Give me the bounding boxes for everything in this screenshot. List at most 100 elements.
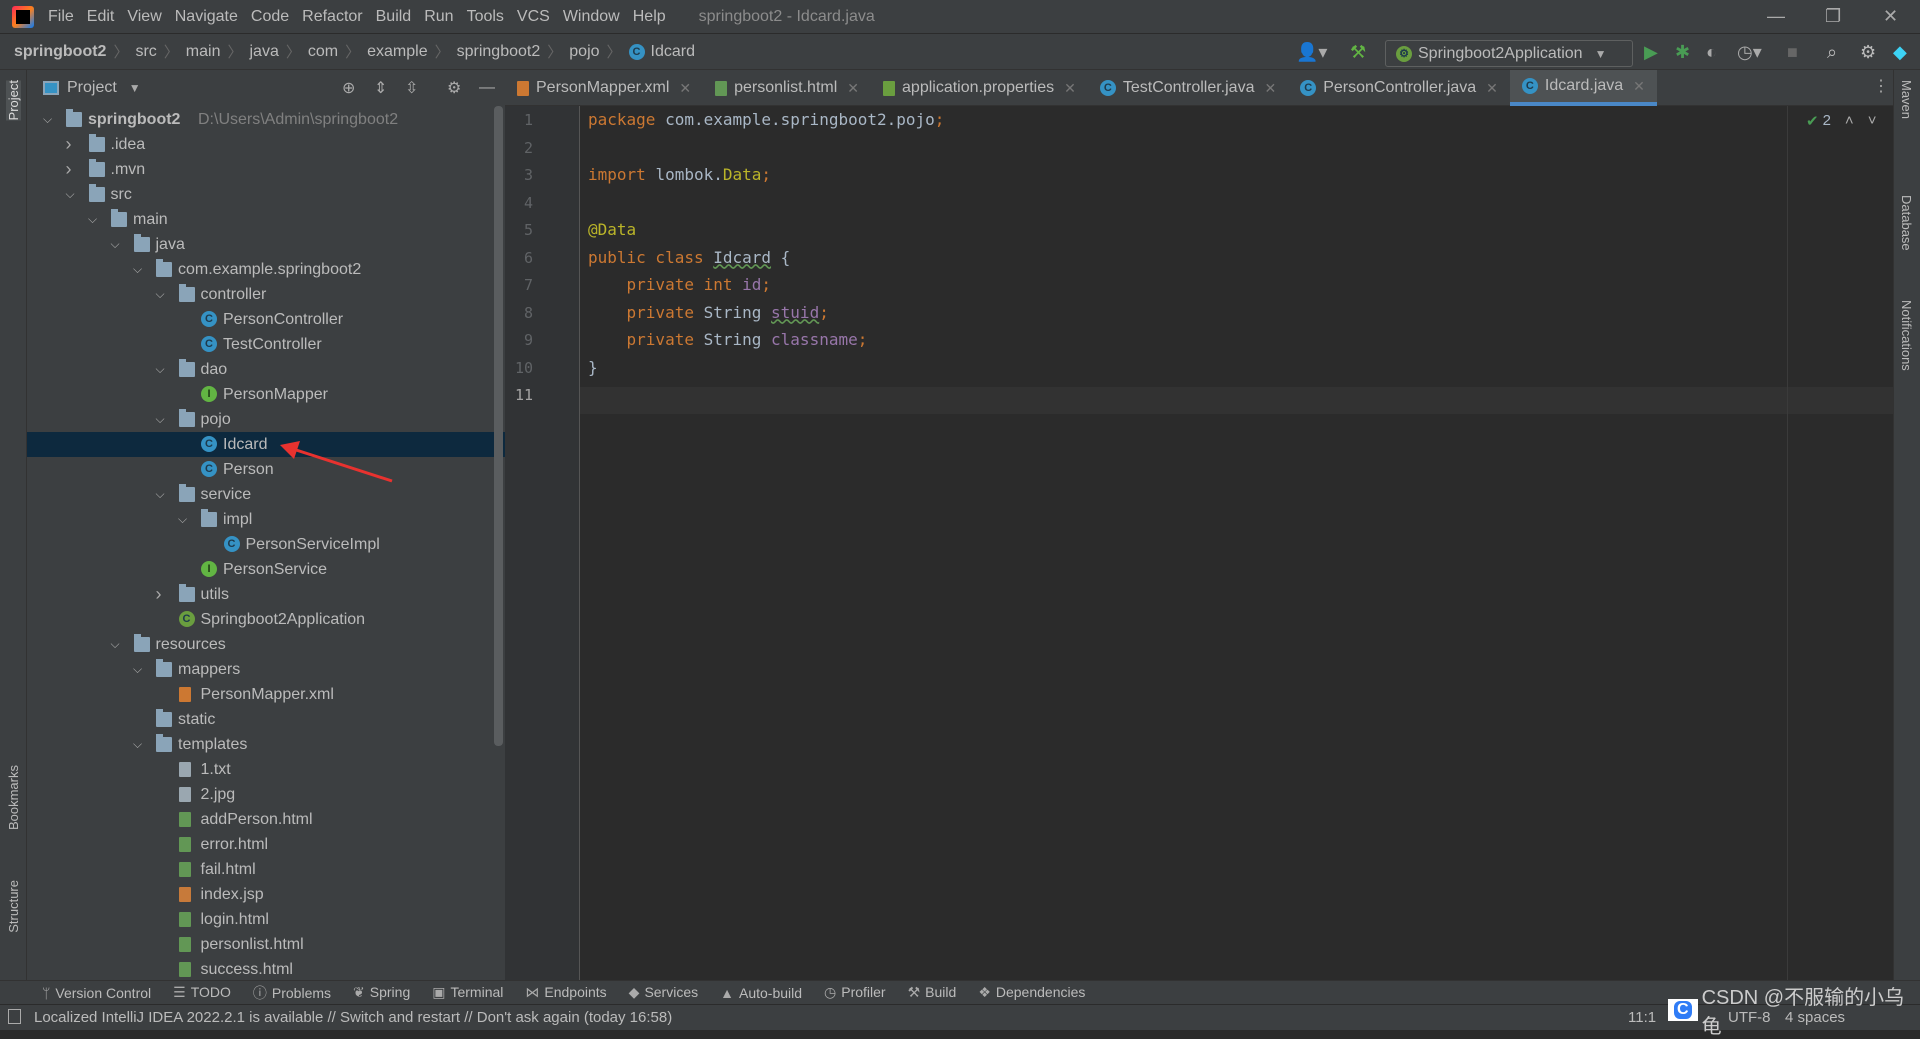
tree-item[interactable]: › utils (27, 582, 505, 607)
tree-item[interactable]: ⌵ dao (27, 357, 505, 382)
restore-icon[interactable]: ❐ (1825, 6, 1841, 27)
project-view-select[interactable]: Project (67, 79, 117, 97)
debug-icon[interactable]: ✱ (1675, 42, 1690, 63)
breadcrumb-item[interactable]: springboot2 (457, 43, 541, 61)
status-message[interactable]: Localized IntelliJ IDEA 2022.2.1 is avai… (34, 1009, 672, 1026)
tree-item[interactable]: ⌵ pojo (27, 407, 505, 432)
tree-item[interactable]: › .mvn (27, 157, 505, 182)
run-configuration-select[interactable]: ⚙ Springboot2Application ▼ (1385, 40, 1633, 67)
tab-personcontroller-java[interactable]: C PersonController.java ✕ (1288, 70, 1510, 106)
build-hammer-icon[interactable]: ⚒ (1350, 42, 1366, 63)
tree-item[interactable]: login.html (27, 907, 505, 932)
tree-item[interactable]: PersonMapper.xml (27, 682, 505, 707)
stop-icon[interactable]: ■ (1787, 42, 1798, 63)
code-editor[interactable]: package com.example.springboot2.pojo; imp… (580, 106, 1893, 980)
chevron-down-icon[interactable]: ⌵ (111, 632, 120, 657)
close-tab-icon[interactable]: ✕ (1486, 80, 1498, 97)
tool-terminal[interactable]: ▣ Terminal (432, 984, 503, 1001)
chevron-down-icon[interactable]: ⌵ (156, 482, 165, 507)
chevron-right-icon[interactable]: › (66, 157, 72, 182)
code-with-me-icon[interactable]: ◆ (1893, 42, 1907, 63)
tree-item[interactable]: C PersonController (27, 307, 505, 332)
menu-refactor[interactable]: Refactor (302, 8, 362, 26)
breadcrumb-item[interactable]: example (367, 43, 427, 61)
chevron-right-icon[interactable]: › (156, 582, 162, 607)
tree-item[interactable]: addPerson.html (27, 807, 505, 832)
profile-icon[interactable]: ◷▾ (1737, 42, 1762, 63)
close-icon[interactable]: ✕ (1883, 6, 1898, 27)
chevron-down-icon[interactable]: ⌵ (133, 257, 142, 282)
tree-item[interactable]: 1.txt (27, 757, 505, 782)
stripe-bookmarks[interactable]: Bookmarks (6, 765, 21, 830)
chevron-down-icon[interactable]: ▼ (129, 81, 141, 95)
expand-all-icon[interactable]: ⇕ (374, 78, 387, 98)
tool-problems[interactable]: ⓘ Problems (253, 983, 331, 1003)
close-tab-icon[interactable]: ✕ (679, 80, 691, 97)
tree-item[interactable]: fail.html (27, 857, 505, 882)
menu-file[interactable]: File (48, 8, 74, 26)
minimize-icon[interactable]: — (1767, 6, 1785, 27)
stripe-maven[interactable]: Maven (1899, 80, 1914, 119)
vcs-user-icon[interactable]: 👤▾ (1296, 42, 1327, 63)
stripe-structure[interactable]: Structure (6, 880, 21, 933)
tree-item[interactable]: ⌵ main (27, 207, 505, 232)
chevron-up-icon[interactable]: ˄ (1845, 112, 1854, 130)
chevron-down-icon[interactable]: ⌵ (178, 507, 187, 532)
locate-icon[interactable]: ⊕ (342, 78, 355, 98)
tool-spring[interactable]: ❦ Spring (353, 984, 410, 1001)
breadcrumb-item[interactable]: Idcard (651, 43, 695, 61)
chevron-down-icon[interactable]: ⌵ (88, 207, 97, 232)
gear-icon[interactable]: ⚙ (447, 78, 461, 98)
menu-navigate[interactable]: Navigate (175, 8, 238, 26)
tree-item[interactable]: I PersonMapper (27, 382, 505, 407)
tab-personmapper-xml[interactable]: PersonMapper.xml ✕ (505, 70, 703, 106)
tree-item[interactable]: I PersonService (27, 557, 505, 582)
tree-item[interactable]: C PersonServiceImpl (27, 532, 505, 557)
tool-build[interactable]: ⚒ Build (908, 984, 957, 1001)
stripe-notifications[interactable]: Notifications (1899, 300, 1914, 371)
menu-window[interactable]: Window (563, 8, 620, 26)
menu-edit[interactable]: Edit (87, 8, 115, 26)
tree-item[interactable]: static (27, 707, 505, 732)
tree-item[interactable]: ⌵ templates (27, 732, 505, 757)
chevron-down-icon[interactable]: ⌵ (111, 232, 120, 257)
tree-item[interactable]: ⌵ src (27, 182, 505, 207)
tree-item[interactable]: index.jsp (27, 882, 505, 907)
breadcrumb-item[interactable]: pojo (569, 43, 599, 61)
menu-help[interactable]: Help (633, 8, 666, 26)
tool-version-control[interactable]: ᛘ Version Control (42, 985, 151, 1001)
menu-build[interactable]: Build (376, 8, 412, 26)
tool-profiler[interactable]: ◷ Profiler (824, 984, 886, 1001)
tree-item[interactable]: ⌵ springboot2 D:\Users\Admin\springboot2 (27, 107, 505, 132)
breadcrumb-item[interactable]: springboot2 (14, 43, 106, 61)
tool-services[interactable]: ◆ Services (629, 984, 698, 1001)
menu-view[interactable]: View (127, 8, 161, 26)
close-tab-icon[interactable]: ✕ (1264, 80, 1276, 97)
more-tabs-icon[interactable]: ⋮ (1873, 76, 1889, 96)
hide-icon[interactable]: — (479, 79, 495, 97)
caret-position[interactable]: 11:1 (1628, 1009, 1656, 1026)
menu-code[interactable]: Code (251, 8, 289, 26)
chevron-down-icon[interactable]: ⌵ (133, 732, 142, 757)
tree-item[interactable]: ⌵ service (27, 482, 505, 507)
gear-icon[interactable]: ⚙ (1860, 42, 1876, 63)
tool-auto-build[interactable]: ▲ Auto-build (720, 985, 802, 1001)
tree-item[interactable]: ⌵ java (27, 232, 505, 257)
close-tab-icon[interactable]: ✕ (1064, 80, 1076, 97)
tree-item[interactable]: ⌵ mappers (27, 657, 505, 682)
run-icon[interactable]: ▶ (1644, 42, 1658, 63)
breadcrumb-item[interactable]: java (250, 43, 279, 61)
menu-vcs[interactable]: VCS (517, 8, 550, 26)
chevron-down-icon[interactable]: ⌵ (66, 182, 75, 207)
tree-item[interactable]: ⌵ resources (27, 632, 505, 657)
tree-item[interactable]: C Springboot2Application (27, 607, 505, 632)
chevron-down-icon[interactable]: ⌵ (156, 282, 165, 307)
breadcrumb-item[interactable]: main (186, 43, 221, 61)
collapse-all-icon[interactable]: ⇳ (405, 78, 418, 98)
stripe-project[interactable]: Project (6, 80, 21, 121)
tool-dependencies[interactable]: ❖ Dependencies (978, 984, 1085, 1001)
chevron-down-icon[interactable]: ⌵ (43, 107, 52, 132)
tree-item[interactable]: › .idea (27, 132, 505, 157)
inspection-widget[interactable]: ✔ 2 ˄ ˅ (1806, 112, 1876, 130)
breadcrumb-item[interactable]: com (308, 43, 338, 61)
